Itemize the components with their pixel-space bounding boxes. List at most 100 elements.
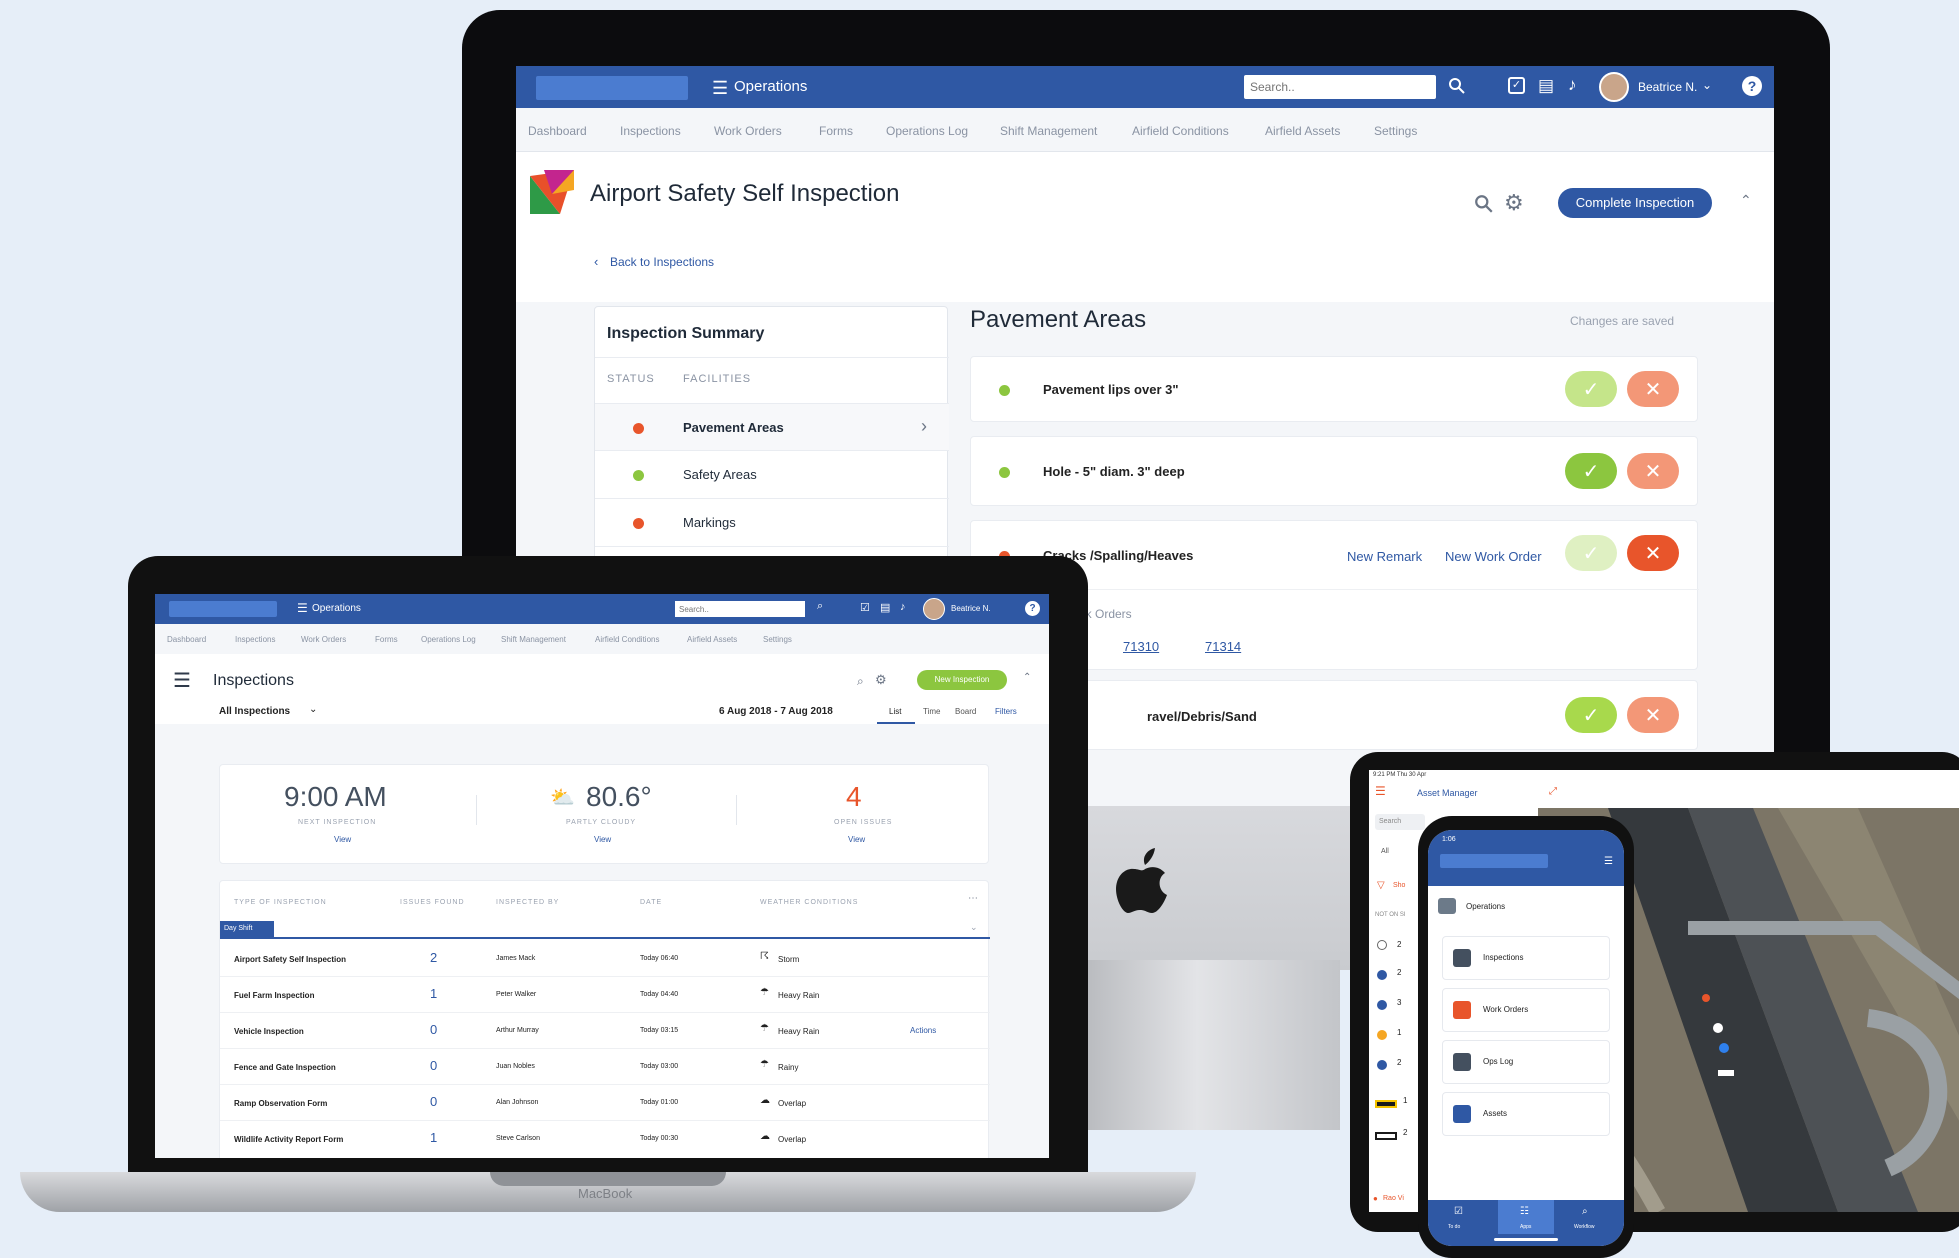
nav-shift-management[interactable]: Shift Management	[1000, 124, 1097, 138]
actions-link[interactable]: Actions	[910, 1026, 936, 1035]
nav-operations-log[interactable]: Operations Log	[886, 124, 968, 138]
user-name[interactable]: Beatrice N.	[1638, 80, 1697, 94]
filter-all-tab[interactable]: All	[1381, 848, 1389, 855]
filter-icon[interactable]: ▽	[1377, 880, 1385, 891]
nav-dashboard[interactable]: Dashboard	[167, 635, 206, 644]
work-order-link[interactable]: 71310	[1123, 639, 1159, 654]
collapse-icon[interactable]: ⌃	[1023, 672, 1031, 683]
avatar[interactable]	[1599, 72, 1629, 102]
nav-airfield-conditions[interactable]: Airfield Conditions	[595, 635, 659, 644]
table-row[interactable]: Ramp Observation Form 0 Alan Johnson Tod…	[220, 1085, 990, 1121]
apps-icon[interactable]: ☷	[1520, 1206, 1529, 1217]
back-to-inspections-link[interactable]: Back to Inspections	[610, 255, 714, 269]
gear-icon[interactable]: ⚙	[875, 672, 887, 688]
nav-shift-management[interactable]: Shift Management	[501, 635, 566, 644]
table-row[interactable]: Wildlife Activity Report Form 1 Steve Ca…	[220, 1121, 990, 1157]
nav-inspections[interactable]: Inspections	[235, 635, 275, 644]
search-input[interactable]: Search	[1375, 814, 1425, 830]
search-icon[interactable]	[1448, 77, 1466, 95]
pass-button[interactable]: ✓	[1565, 535, 1617, 571]
nav-airfield-assets[interactable]: Airfield Assets	[687, 635, 737, 644]
nav-forms[interactable]: Forms	[819, 124, 853, 138]
nav-settings[interactable]: Settings	[1374, 124, 1417, 138]
pass-button[interactable]: ✓	[1565, 371, 1617, 407]
fail-button[interactable]: ✕	[1627, 453, 1679, 489]
table-row[interactable]: Fuel Farm Inspection 1 Peter Walker Toda…	[220, 977, 990, 1013]
nav-operations-log[interactable]: Operations Log	[421, 635, 476, 644]
expand-icon[interactable]: ⤢	[1549, 786, 1557, 797]
menu-item-work-orders[interactable]: Work Orders	[1442, 988, 1610, 1032]
new-remark-link[interactable]: New Remark	[1347, 549, 1422, 564]
summary-item-pavement-areas[interactable]: Pavement Areas ›	[595, 403, 949, 451]
pass-button[interactable]: ✓	[1565, 697, 1617, 733]
tab-workflow[interactable]: Workflow	[1574, 1224, 1594, 1230]
more-options-icon[interactable]: ⋯	[968, 893, 978, 904]
menu-item-inspections[interactable]: Inspections	[1442, 936, 1610, 980]
date-range[interactable]: 6 Aug 2018 - 7 Aug 2018	[719, 706, 833, 717]
summary-item-markings[interactable]: Markings	[595, 499, 949, 547]
user-name[interactable]: Beatrice N.	[951, 604, 991, 613]
nav-work-orders[interactable]: Work Orders	[301, 635, 346, 644]
table-row[interactable]: Airport Safety Self Inspection 2 James M…	[220, 941, 990, 977]
tasks-icon[interactable]: ✓	[1508, 77, 1525, 94]
fail-button[interactable]: ✕	[1627, 697, 1679, 733]
inspection-filter-select[interactable]: All Inspections	[219, 706, 290, 717]
fail-button[interactable]: ✕	[1627, 535, 1679, 571]
tab-apps[interactable]: Apps	[1520, 1224, 1531, 1230]
view-list-tab[interactable]: List	[889, 707, 901, 716]
help-icon[interactable]: ?	[1742, 76, 1762, 96]
hamburger-icon[interactable]: ☰	[1375, 784, 1386, 798]
nav-settings[interactable]: Settings	[763, 635, 792, 644]
summary-item-safety-areas[interactable]: Safety Areas	[595, 451, 949, 499]
chat-icon[interactable]: ▤	[1538, 76, 1554, 96]
menu-item-assets[interactable]: Assets	[1442, 1092, 1610, 1136]
tasks-icon[interactable]: ☑	[860, 601, 870, 614]
chevron-down-icon[interactable]: ⌄	[309, 704, 317, 715]
avatar[interactable]	[923, 598, 945, 620]
chat-icon[interactable]: ▤	[880, 601, 890, 614]
app-logo[interactable]	[1440, 854, 1548, 868]
nav-airfield-assets[interactable]: Airfield Assets	[1265, 124, 1340, 138]
chevron-down-icon[interactable]: ⌄	[970, 922, 978, 933]
todo-icon[interactable]: ☑	[1454, 1206, 1463, 1217]
bell-icon[interactable]: ♪	[900, 601, 906, 613]
search-input[interactable]	[675, 601, 805, 617]
chevron-down-icon[interactable]: ⌄	[1702, 78, 1712, 92]
table-row[interactable]: Fence and Gate Inspection 0 Juan Nobles …	[220, 1049, 990, 1085]
complete-inspection-button[interactable]: Complete Inspection	[1558, 188, 1712, 218]
table-row[interactable]: Vehicle Inspection 0 Arthur Murray Today…	[220, 1013, 990, 1049]
nav-dashboard[interactable]: Dashboard	[528, 124, 587, 138]
menu-item-ops-log[interactable]: Ops Log	[1442, 1040, 1610, 1084]
tab-todo[interactable]: To do	[1448, 1224, 1460, 1230]
asset-manager-title[interactable]: Asset Manager	[1417, 788, 1478, 798]
pass-button[interactable]: ✓	[1565, 453, 1617, 489]
hamburger-icon[interactable]: ☰	[712, 78, 728, 99]
bell-icon[interactable]: ♪	[1568, 75, 1577, 95]
view-link[interactable]: View	[594, 835, 611, 844]
search-icon[interactable]: ⌕	[857, 674, 864, 689]
work-order-link[interactable]: 71314	[1205, 639, 1241, 654]
new-work-order-link[interactable]: New Work Order	[1445, 549, 1542, 564]
nav-forms[interactable]: Forms	[375, 635, 398, 644]
search-input[interactable]	[1244, 75, 1436, 99]
group-header[interactable]: Day Shift ⌄	[220, 921, 990, 939]
help-icon[interactable]: ?	[1025, 601, 1040, 616]
view-link[interactable]: View	[334, 835, 351, 844]
nav-airfield-conditions[interactable]: Airfield Conditions	[1132, 124, 1229, 138]
nav-inspections[interactable]: Inspections	[620, 124, 681, 138]
gear-icon[interactable]: ⚙	[1504, 190, 1524, 216]
search-icon[interactable]: ⌕	[817, 600, 823, 613]
menu-item-operations[interactable]: Operations	[1428, 886, 1624, 930]
hamburger-icon[interactable]: ☰	[297, 601, 308, 615]
collapse-icon[interactable]: ⌃	[1740, 192, 1752, 209]
back-icon[interactable]: ‹	[594, 254, 598, 269]
new-inspection-button[interactable]: New Inspection	[917, 670, 1007, 690]
view-link[interactable]: View	[848, 835, 865, 844]
app-logo[interactable]	[169, 601, 277, 617]
filter-label[interactable]: Sho	[1393, 882, 1405, 889]
fail-button[interactable]: ✕	[1627, 371, 1679, 407]
workflow-icon[interactable]: ⌕	[1582, 1206, 1588, 1217]
search-icon[interactable]	[1474, 194, 1494, 214]
app-logo[interactable]	[536, 76, 688, 100]
filters-link[interactable]: Filters	[995, 707, 1017, 716]
